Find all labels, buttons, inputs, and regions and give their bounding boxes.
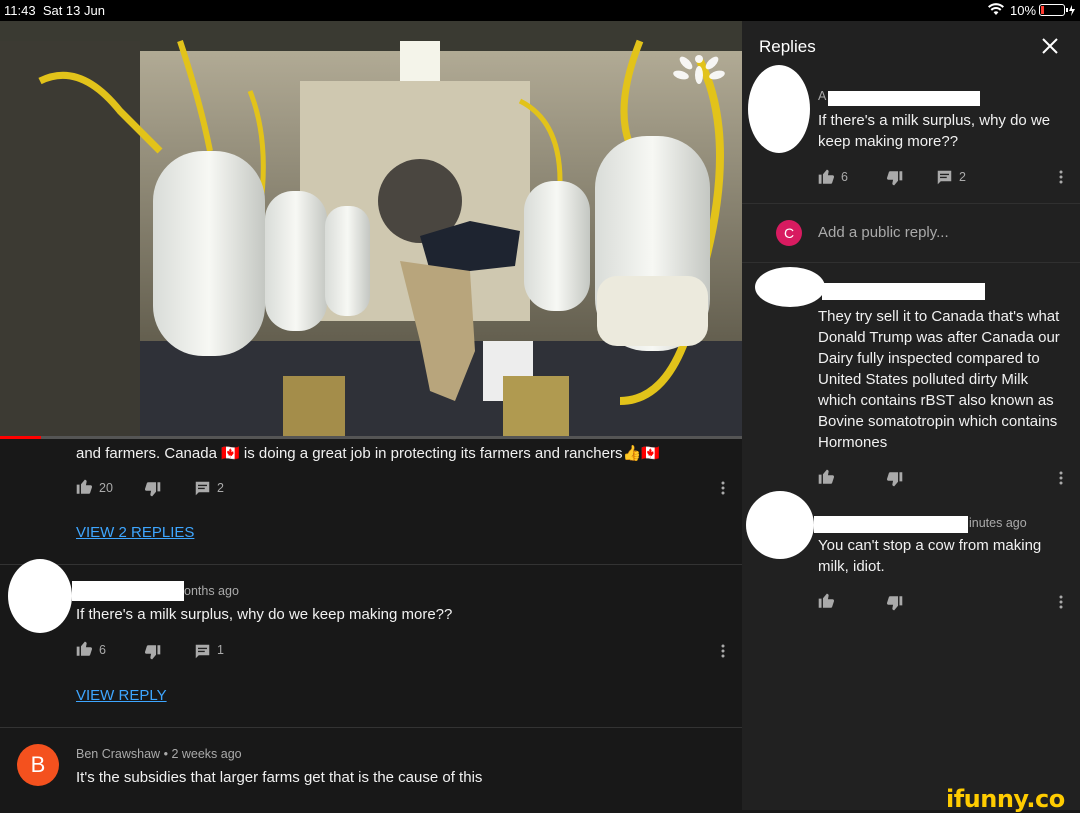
- more-options-icon[interactable]: [721, 644, 725, 658]
- redacted-author: [814, 516, 968, 533]
- replies-panel: Replies A If there's a milk surplus, why…: [742, 21, 1080, 810]
- redacted-author: [72, 581, 184, 601]
- like-count: 6: [841, 170, 848, 184]
- close-icon[interactable]: [1042, 38, 1058, 54]
- view-replies-link[interactable]: VIEW 2 REPLIES: [76, 524, 194, 541]
- like-count: 20: [99, 481, 113, 495]
- reply-icon[interactable]: [195, 481, 210, 496]
- status-time: 11:43 Sat 13 Jun: [4, 3, 105, 18]
- reply-count: 2: [959, 170, 966, 184]
- more-options-icon[interactable]: [1059, 471, 1063, 485]
- comment-author: A: [818, 89, 827, 103]
- dislike-icon[interactable]: [886, 171, 903, 187]
- video-progress-bar[interactable]: [0, 436, 742, 439]
- comment-meta: Ben Crawshaw • 2 weeks ago: [76, 747, 242, 761]
- replies-title: Replies: [759, 37, 816, 56]
- reply-count: 1: [217, 643, 224, 657]
- reply-icon[interactable]: [195, 644, 210, 659]
- redacted-author: [822, 283, 985, 300]
- reply-time: inutes ago: [969, 516, 1027, 530]
- avatar[interactable]: [755, 267, 825, 307]
- video-player[interactable]: [0, 21, 742, 438]
- comment-time: 2 weeks ago: [171, 747, 242, 761]
- reply-icon[interactable]: [937, 170, 952, 185]
- comment-time: onths ago: [184, 584, 239, 598]
- more-options-icon[interactable]: [1059, 595, 1063, 609]
- like-icon[interactable]: [818, 468, 835, 484]
- like-count: 6: [99, 643, 106, 657]
- avatar[interactable]: B: [17, 744, 59, 786]
- divider: [742, 203, 1080, 204]
- comment-text: It's the subsidies that larger farms get…: [76, 769, 483, 786]
- more-options-icon[interactable]: [1059, 170, 1063, 184]
- meta-separator: •: [163, 747, 168, 761]
- video-progress-fill: [0, 436, 41, 439]
- reply-text: They try sell it to Canada that's what D…: [818, 308, 1060, 451]
- like-icon[interactable]: [76, 640, 93, 656]
- comment-author[interactable]: Ben Crawshaw: [76, 747, 160, 761]
- comment-text: If there's a milk surplus, why do we kee…: [818, 112, 1051, 150]
- reply-text: You can't stop a cow from making milk, i…: [818, 537, 1042, 575]
- status-bar: 11:43 Sat 13 Jun 10%: [0, 0, 1080, 21]
- video-frame: [0, 21, 742, 438]
- comment-text: and farmers. Canada 🇨🇦 is doing a great …: [76, 445, 660, 462]
- replies-header: Replies: [742, 21, 1080, 71]
- divider: [742, 262, 1080, 263]
- ifunny-watermark: ifunny.co: [946, 785, 1065, 813]
- divider: [0, 564, 742, 565]
- view-reply-link[interactable]: VIEW REPLY: [76, 687, 167, 704]
- avatar[interactable]: [746, 491, 814, 559]
- add-reply-input[interactable]: Add a public reply...: [818, 224, 949, 241]
- like-icon[interactable]: [818, 592, 835, 608]
- avatar[interactable]: [748, 65, 810, 153]
- battery-percent: 10%: [1010, 3, 1037, 18]
- battery-icon: [1039, 4, 1077, 17]
- dislike-icon[interactable]: [144, 482, 161, 498]
- divider: [0, 727, 742, 728]
- avatar[interactable]: [8, 559, 72, 633]
- dislike-icon[interactable]: [886, 596, 903, 612]
- like-icon[interactable]: [818, 168, 835, 184]
- redacted-author: [828, 91, 980, 106]
- comment-text: If there's a milk surplus, why do we kee…: [76, 606, 453, 623]
- dislike-icon[interactable]: [886, 472, 903, 488]
- reply-count: 2: [217, 481, 224, 495]
- more-options-icon[interactable]: [721, 481, 725, 495]
- like-icon[interactable]: [76, 478, 93, 494]
- wifi-icon: [988, 3, 1004, 16]
- dislike-icon[interactable]: [144, 645, 161, 661]
- user-avatar: C: [776, 220, 802, 246]
